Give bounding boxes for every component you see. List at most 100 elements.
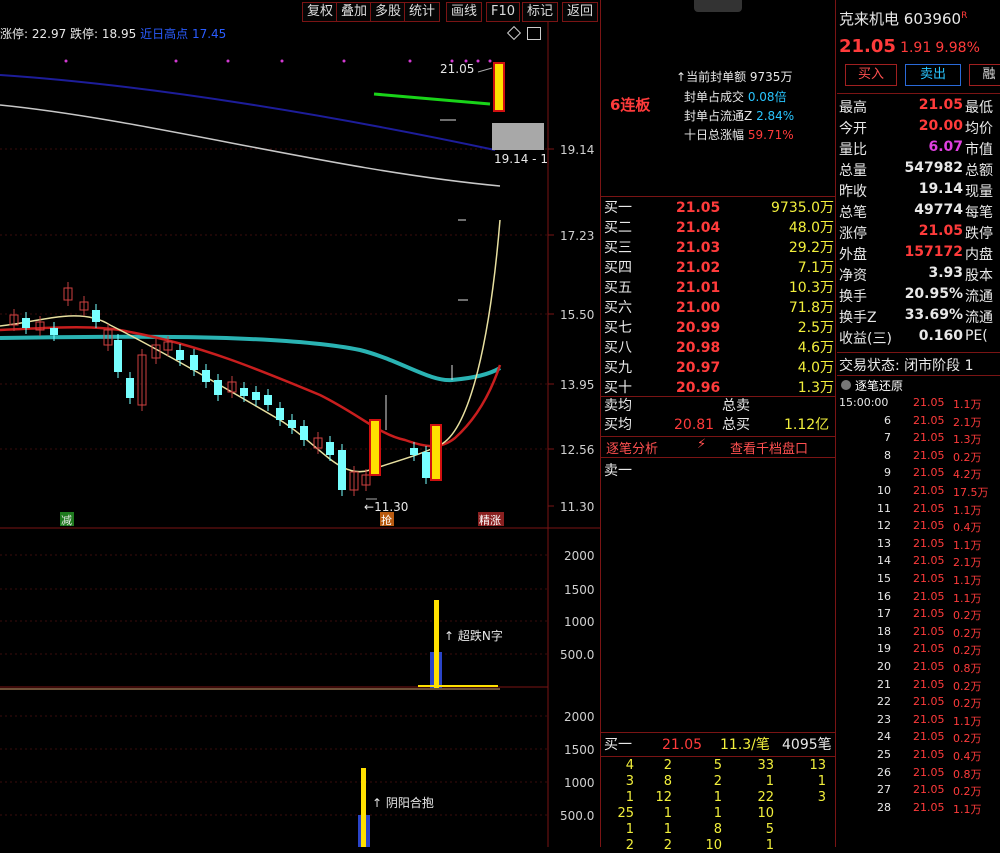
tick-time: 21 [877, 677, 891, 691]
tick-volume: 0.2万 [953, 626, 982, 640]
lightning-icon[interactable]: ⚡ [697, 437, 706, 452]
bid-level-label: 买四 [604, 260, 632, 276]
stat-label: 换手Z [839, 310, 877, 326]
tick-time: 25 [877, 748, 891, 761]
queue-cell: 13 [809, 758, 826, 773]
queue-cell: 5 [765, 822, 774, 837]
candle-body [176, 350, 184, 360]
tick-volume: 17.5万 [953, 486, 989, 499]
bid-level-row[interactable]: 买四 21.02 7.1万 [604, 258, 834, 278]
queue-cell: 1 [625, 790, 634, 805]
stat-label: 总量 [839, 163, 867, 179]
bid-level-volume: 29.2万 [788, 240, 834, 256]
tick-volume: 1.1万 [953, 802, 982, 816]
tick-time: 15 [877, 572, 891, 585]
vol2-axis-1000: 1000 [564, 776, 595, 790]
candle-body [240, 388, 248, 396]
stat-value: 6.07 [928, 139, 963, 155]
candle-body [114, 340, 122, 372]
price-axis-17: 17.23 [560, 229, 595, 243]
seal-row-tenday: 十日总涨幅 59.71% [684, 128, 794, 142]
tick-price: 21.05 [913, 642, 945, 656]
queue-cell: 1 [625, 822, 634, 837]
tick-price: 21.05 [913, 413, 945, 427]
tick-time: 23 [877, 712, 891, 726]
queue-cell: 3 [817, 790, 826, 805]
queue-cell: 1 [817, 774, 826, 789]
stat-right-label: 跌停 [965, 226, 993, 242]
stock-name: 克来机电 603960R [839, 10, 968, 28]
tick-volume: 0.2万 [953, 732, 982, 746]
tick-volume: 2.1万 [953, 556, 982, 570]
bid-level-volume: 1.3万 [797, 380, 834, 396]
prev-close-label: 19.14 - 1 [494, 152, 548, 166]
queue-cell: 2 [663, 758, 672, 773]
tick-time: 10 [877, 484, 891, 497]
tick-volume: 0.2万 [953, 785, 982, 799]
tick-volume: 1.1万 [953, 574, 982, 587]
tick-time: 20 [877, 660, 891, 673]
tick-volume: 1.1万 [953, 538, 982, 552]
tick-replay-header[interactable]: 逐笔还原 [841, 377, 903, 394]
bid-level-row[interactable]: 买八 20.98 4.6万 [604, 338, 834, 358]
tab-depth-view[interactable]: 查看千档盘口 [730, 438, 808, 457]
tick-time: 9 [884, 466, 891, 480]
sell-button[interactable]: 卖出 [905, 64, 961, 86]
tag-grab: 抢 [381, 514, 392, 527]
tick-volume: 0.2万 [953, 450, 982, 464]
quote-panel: 克来机电 603960R 21.05 1.91 9.98% 买入 卖出 融 最高… [837, 0, 1000, 847]
stat-right-label: 均价 [965, 121, 993, 137]
queue-cell: 33 [757, 758, 774, 773]
bid-level-row[interactable]: 买九 20.97 4.0万 [604, 358, 834, 378]
tick-price: 21.05 [913, 783, 945, 797]
bid-avg-row: 买均 20.81 总买 1.12亿 [604, 417, 830, 433]
tick-time: 7 [884, 431, 891, 445]
tick-time: 12 [877, 519, 891, 533]
collapse-handle[interactable] [694, 0, 742, 12]
tick-collapse-icon[interactable] [841, 380, 851, 390]
tick-price: 21.05 [913, 712, 945, 726]
bid-level-price: 21.05 [676, 200, 721, 216]
bid-level-row[interactable]: 买六 21.00 71.8万 [604, 298, 834, 318]
bid-level-row[interactable]: 买五 21.01 10.3万 [604, 278, 834, 298]
candle-body [214, 380, 222, 395]
stat-label: 收益(三) [839, 331, 892, 347]
bid-level-volume: 71.8万 [788, 300, 834, 316]
last-high-label: 21.05 [440, 62, 475, 76]
bid-level-row[interactable]: 买三 21.03 29.2万 [604, 238, 834, 258]
stat-label: 今开 [839, 121, 867, 137]
vol1-signal-label: ↑ 超跌N字 [444, 629, 503, 643]
tick-volume: 1.1万 [953, 398, 982, 411]
queue-cell: 12 [655, 790, 672, 805]
buy-button[interactable]: 买入 [845, 64, 897, 86]
price-axis-11: 11.30 [560, 500, 595, 514]
stat-value: 157172 [904, 244, 963, 260]
kline-chart[interactable]: 复权 叠加 多股 统计 画线 F10 标记 返回 涨停: 22.97 跌停: 1… [0, 0, 742, 847]
tag-rise: 精涨 [479, 514, 501, 527]
tick-volume: 1.3万 [953, 433, 982, 447]
tick-price: 21.05 [913, 484, 945, 497]
tick-time: 19 [877, 642, 891, 656]
tick-price: 21.05 [913, 589, 945, 603]
margin-button[interactable]: 融 [969, 64, 1000, 86]
bid-level-row[interactable]: 买二 21.04 48.0万 [604, 218, 834, 238]
queue-cell: 22 [757, 790, 774, 805]
bid-level-row[interactable]: 买十 20.96 1.3万 [604, 378, 834, 398]
stat-value: 0.160 [918, 328, 963, 344]
tick-price: 21.05 [913, 572, 945, 585]
bid-level-row[interactable]: 买一 21.05 9735.0万 [604, 198, 834, 218]
candle-body [264, 395, 272, 405]
bid-level-price: 21.02 [676, 260, 721, 276]
vol1-axis-500: 500.0 [560, 648, 595, 662]
seal-row-amount: ↑当前封单额 9735万 [676, 70, 793, 84]
bid-level-label: 买六 [604, 300, 632, 316]
tab-tick-analysis[interactable]: 逐笔分析 [606, 438, 658, 457]
vol2-signal-label: ↑ 阴阳合抱 [372, 796, 434, 810]
candle-body [22, 318, 30, 328]
queue-cell: 3 [625, 774, 634, 789]
bid-level-row[interactable]: 买七 20.99 2.5万 [604, 318, 834, 338]
bid-level-price: 20.97 [676, 360, 721, 376]
vol1-axis-1500: 1500 [564, 583, 595, 597]
queue-cell: 1 [765, 774, 774, 789]
bid-level-label: 买九 [604, 360, 632, 376]
